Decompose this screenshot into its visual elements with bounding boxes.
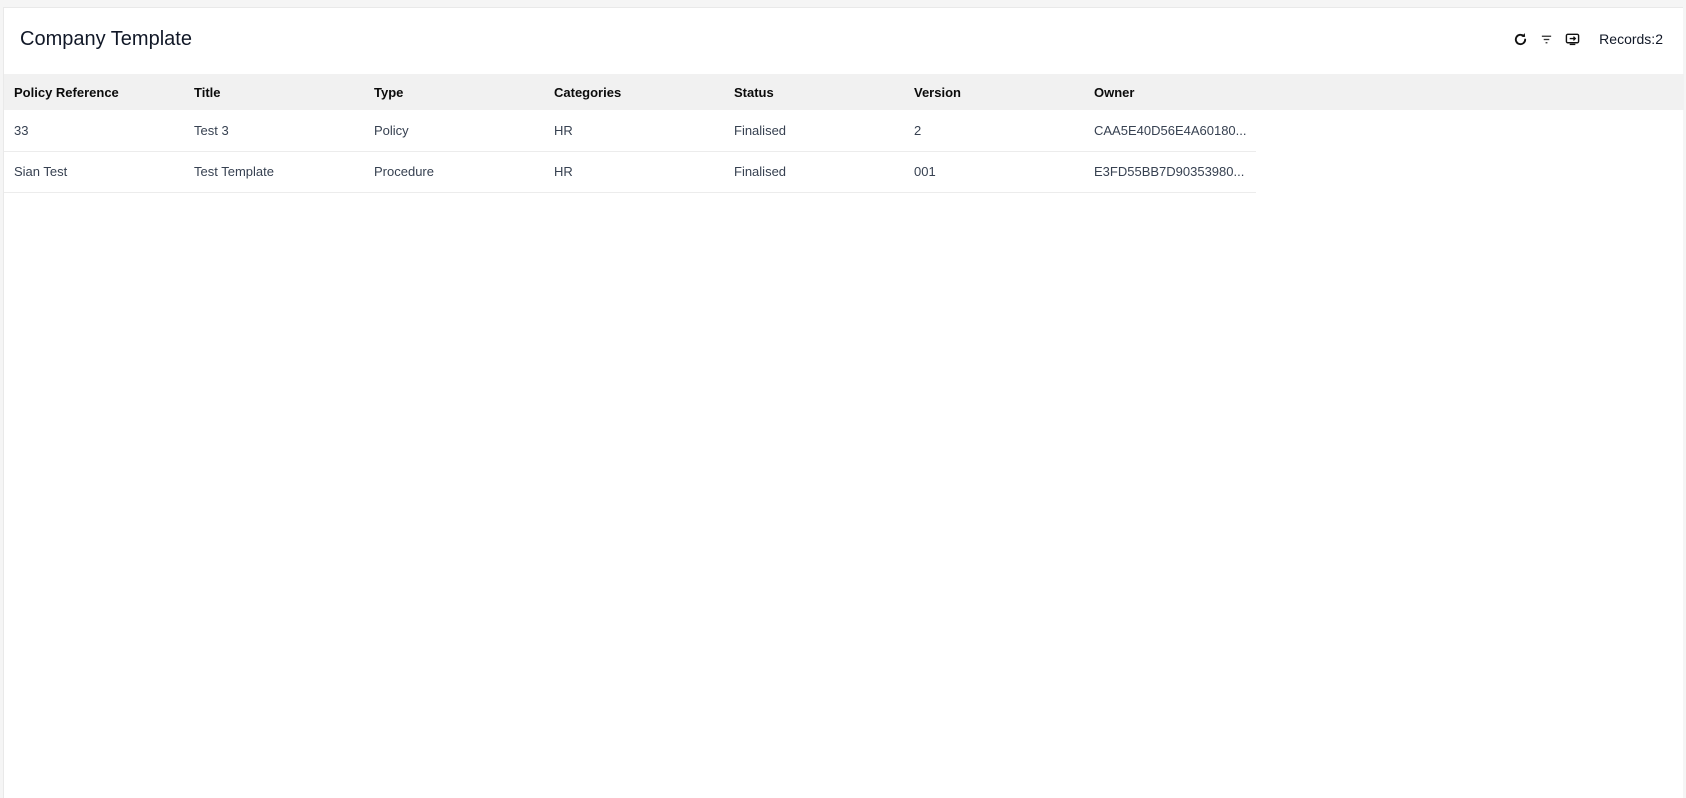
header-filler [1256, 74, 1684, 110]
filter-icon[interactable] [1537, 30, 1555, 48]
export-icon[interactable] [1563, 30, 1581, 48]
column-header-status[interactable]: Status [724, 74, 904, 110]
records-label: Records: [1599, 31, 1656, 47]
cell-status: Finalised [724, 110, 904, 152]
column-header-categories[interactable]: Categories [544, 74, 724, 110]
cell-title: Test 3 [184, 110, 364, 152]
cell-owner: CAA5E40D56E4A60180... [1084, 110, 1256, 152]
cell-categories: HR [544, 110, 724, 152]
cell-policy-reference: Sian Test [4, 151, 184, 193]
column-header-type[interactable]: Type [364, 74, 544, 110]
refresh-icon[interactable] [1511, 30, 1529, 48]
table-header-row: Policy Reference Title Type Categories S… [4, 74, 1684, 110]
cell-version: 2 [904, 110, 1084, 152]
row-filler [1256, 110, 1684, 151]
cell-categories: HR [544, 151, 724, 193]
table-row[interactable]: Sian Test Test Template Procedure HR Fin… [4, 151, 1684, 193]
panel-header: Company Template Records: 2 [4, 8, 1683, 74]
table-row[interactable]: 33 Test 3 Policy HR Finalised 2 CAA5E40D… [4, 110, 1684, 152]
column-header-title[interactable]: Title [184, 74, 364, 110]
page-title: Company Template [20, 28, 192, 50]
cell-type: Procedure [364, 151, 544, 193]
row-filler [1256, 151, 1684, 192]
policy-table: Policy Reference Title Type Categories S… [4, 74, 1684, 193]
cell-type: Policy [364, 110, 544, 152]
cell-version: 001 [904, 151, 1084, 193]
records-count: Records: 2 [1599, 31, 1663, 47]
cell-policy-reference: 33 [4, 110, 184, 152]
toolbar: Records: 2 [1503, 28, 1663, 50]
column-header-version[interactable]: Version [904, 74, 1084, 110]
cell-owner: E3FD55BB7D90353980... [1084, 151, 1256, 193]
company-template-panel: Company Template Records: 2 Policy Refer… [3, 7, 1684, 798]
records-value: 2 [1655, 31, 1663, 47]
cell-status: Finalised [724, 151, 904, 193]
cell-title: Test Template [184, 151, 364, 193]
column-header-policy-reference[interactable]: Policy Reference [4, 74, 184, 110]
column-header-owner[interactable]: Owner [1084, 74, 1256, 110]
